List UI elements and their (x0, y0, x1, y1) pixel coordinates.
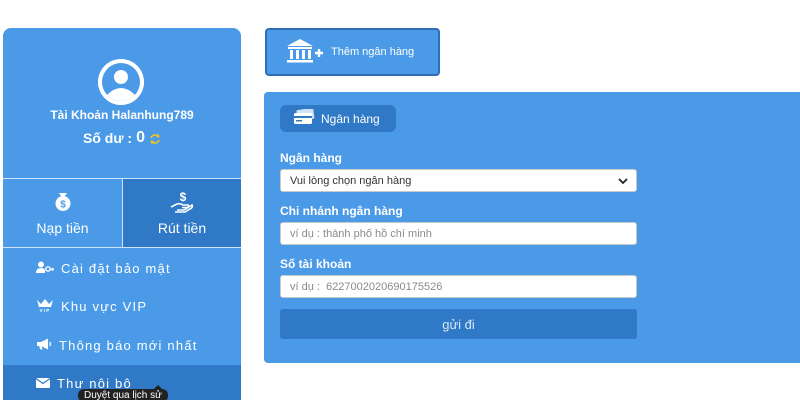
account-name: Tài Khoản Halanhung789 (50, 108, 194, 122)
branch-placeholder: ví dụ : thành phố hồ chí minh (290, 227, 432, 240)
sidebar-item-vip[interactable]: VIP Khu vực VIP (3, 288, 241, 327)
card-icon (293, 107, 315, 128)
sidebar: Tài Khoản Halanhung789 Số dư : 0 $ Nạp t… (3, 28, 241, 400)
withdraw-button[interactable]: $ Rút tiền (122, 179, 241, 247)
tab-bank-label: Ngân hàng (321, 111, 380, 126)
sidebar-item-label: Thông báo mới nhất (59, 337, 198, 353)
balance-value: 0 (136, 129, 145, 146)
balance-label: Số dư : (83, 130, 133, 146)
deposit-button[interactable]: $ Nạp tiền (3, 179, 122, 247)
svg-text:VIP: VIP (40, 308, 51, 312)
profile-card: Tài Khoản Halanhung789 Số dư : 0 (3, 28, 241, 178)
envelope-icon (35, 376, 51, 391)
sidebar-item-notifications[interactable]: Thông báo mới nhất (3, 326, 241, 365)
withdraw-label: Rút tiền (157, 220, 207, 236)
account-number-input[interactable]: ví dụ : 6227002020690175526 (280, 275, 637, 298)
sidebar-item-label: Cài đặt bảo mật (61, 260, 171, 276)
balance-line: Số dư : 0 (3, 129, 241, 147)
account-number-label: Số tài khoản (280, 257, 352, 271)
megaphone-icon (36, 338, 52, 353)
branch-input[interactable]: ví dụ : thành phố hồ chí minh (280, 222, 637, 245)
chevron-down-icon (618, 176, 628, 188)
add-bank-label: Thêm ngân hàng (331, 46, 415, 58)
sidebar-item-label: Khu vực VIP (61, 299, 148, 315)
user-key-icon (36, 261, 54, 276)
history-tooltip: Duyệt qua lịch sử (78, 385, 168, 400)
bank-select-value: Vui lòng chọn ngân hàng (290, 174, 412, 187)
sidebar-menu: Cài đặt bảo mật VIP Khu vực VIP Thông bá… (3, 249, 241, 400)
account-number-placeholder: ví dụ : 6227002020690175526 (290, 280, 443, 293)
page: Tài Khoản Halanhung789 Số dư : 0 $ Nạp t… (0, 0, 800, 400)
action-row: $ Nạp tiền $ Rút tiền (3, 178, 241, 248)
hand-money-icon: $ (169, 190, 195, 217)
bank-panel: Ngân hàng Ngân hàng Vui lòng chọn ngân h… (264, 92, 800, 363)
bank-label: Ngân hàng (280, 151, 342, 165)
sidebar-item-security[interactable]: Cài đặt bảo mật (3, 249, 241, 288)
refresh-icon[interactable] (149, 132, 161, 144)
money-bag-icon: $ (52, 190, 74, 215)
bank-select[interactable]: Vui lòng chọn ngân hàng (280, 169, 637, 192)
deposit-label: Nạp tiền (36, 220, 89, 236)
add-bank-button[interactable]: Thêm ngân hàng (265, 28, 440, 76)
vip-crown-icon: VIP (36, 298, 54, 315)
submit-button[interactable]: gửi đi (280, 309, 637, 339)
bank-plus-icon (285, 38, 325, 67)
svg-text:$: $ (180, 190, 187, 204)
branch-label: Chi nhánh ngân hàng (280, 204, 403, 218)
tab-bank[interactable]: Ngân hàng (280, 105, 396, 132)
avatar-icon (98, 59, 144, 105)
svg-text:$: $ (60, 200, 66, 211)
